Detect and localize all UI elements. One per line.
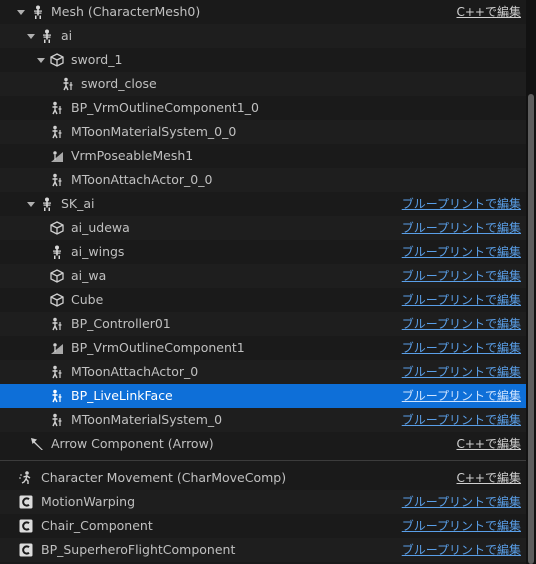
cube-icon: [50, 269, 64, 283]
edit-in-blueprint-link[interactable]: ブループリントで編集: [402, 192, 521, 216]
tree-row-cube[interactable]: Cube ブループリントで編集: [0, 288, 526, 312]
tree-row-vrm-poseable-mesh[interactable]: VrmPoseableMesh1: [0, 144, 526, 168]
edit-in-cpp-link[interactable]: C++で編集: [457, 466, 522, 490]
tree-row-sword-close[interactable]: sword_close: [0, 72, 526, 96]
tree-row-ai-wa[interactable]: ai_wa ブループリントで編集: [0, 264, 526, 288]
component-tree: Mesh (CharacterMesh0) C++で編集 ai sword_1 …: [0, 0, 526, 562]
row-label: SK_ai: [61, 196, 95, 211]
tree-row-sk-ai[interactable]: SK_ai ブループリントで編集: [0, 192, 526, 216]
row-label: ai_wa: [71, 268, 107, 283]
skeleton-icon: [40, 29, 54, 43]
row-label: Chair_Component: [41, 518, 153, 533]
tree-row-arrow-component[interactable]: Arrow Component (Arrow) C++で編集: [0, 432, 526, 456]
figure-icon: [50, 125, 64, 139]
row-label: MToonMaterialSystem_0: [71, 412, 223, 427]
poseable-mesh-icon: [50, 341, 64, 355]
row-label: Cube: [71, 292, 104, 307]
row-label: ai_wings: [71, 244, 125, 259]
expand-arrow-icon[interactable]: [37, 58, 45, 63]
edit-in-cpp-link[interactable]: C++で編集: [457, 432, 522, 456]
tree-row-mtoon-material-0[interactable]: MToonMaterialSystem_0 ブループリントで編集: [0, 408, 526, 432]
tree-row-mesh[interactable]: Mesh (CharacterMesh0) C++で編集: [0, 0, 526, 24]
figure-icon: [50, 317, 64, 331]
edit-in-blueprint-link[interactable]: ブループリントで編集: [402, 336, 521, 360]
arrow-icon: [30, 437, 44, 451]
cube-icon: [50, 53, 64, 67]
row-label: MToonMaterialSystem_0_0: [71, 124, 237, 139]
skeleton-icon: [31, 5, 45, 19]
row-label: MToonAttachActor_0_0: [71, 172, 213, 187]
section-divider: [0, 456, 526, 466]
row-label: BP_VrmOutlineComponent1: [71, 340, 245, 355]
edit-in-blueprint-link[interactable]: ブループリントで編集: [402, 384, 521, 408]
edit-in-blueprint-link[interactable]: ブループリントで編集: [402, 288, 521, 312]
tree-row-mtoon-attach-0[interactable]: MToonAttachActor_0 ブループリントで編集: [0, 360, 526, 384]
edit-in-blueprint-link[interactable]: ブループリントで編集: [402, 264, 521, 288]
edit-in-blueprint-link[interactable]: ブループリントで編集: [402, 514, 521, 538]
edit-in-cpp-link[interactable]: C++で編集: [457, 0, 522, 24]
expand-arrow-icon[interactable]: [27, 34, 35, 39]
row-label: MotionWarping: [41, 494, 136, 509]
figure-icon: [50, 413, 64, 427]
figure-icon: [50, 365, 64, 379]
cube-icon: [50, 221, 64, 235]
edit-in-blueprint-link[interactable]: ブループリントで編集: [402, 408, 521, 432]
edit-in-blueprint-link[interactable]: ブループリントで編集: [402, 490, 521, 514]
tree-row-bp-vrmoutline-1-0[interactable]: BP_VrmOutlineComponent1_0: [0, 96, 526, 120]
tree-row-mtoon-material-0-0[interactable]: MToonMaterialSystem_0_0: [0, 120, 526, 144]
tree-row-ai-udewa[interactable]: ai_udewa ブループリントで編集: [0, 216, 526, 240]
tree-row-sword-1[interactable]: sword_1: [0, 48, 526, 72]
skeleton-icon: [40, 197, 54, 211]
row-label: ai: [61, 28, 73, 43]
figure-icon: [50, 173, 64, 187]
row-label: BP_SuperheroFlightComponent: [41, 542, 236, 557]
expand-arrow-icon[interactable]: [17, 10, 25, 15]
row-label: ai_udewa: [71, 220, 130, 235]
cube-icon: [50, 293, 64, 307]
tree-row-bp-controller01[interactable]: BP_Controller01 ブループリントで編集: [0, 312, 526, 336]
figure-icon: [61, 77, 75, 91]
row-label: sword_close: [81, 76, 157, 91]
row-label: BP_VrmOutlineComponent1_0: [71, 100, 259, 115]
skeleton-icon: [50, 245, 64, 259]
tree-row-motion-warping[interactable]: MotionWarping ブループリントで編集: [0, 490, 526, 514]
edit-in-blueprint-link[interactable]: ブループリントで編集: [402, 312, 521, 336]
tree-row-chair-component[interactable]: Chair_Component ブループリントで編集: [0, 514, 526, 538]
expand-arrow-icon[interactable]: [27, 202, 35, 207]
row-label: MToonAttachActor_0: [71, 364, 199, 379]
scrollbar-thumb[interactable]: [528, 94, 534, 564]
edit-in-blueprint-link[interactable]: ブループリントで編集: [402, 216, 521, 240]
row-label: Mesh (CharacterMesh0): [51, 4, 201, 19]
row-label: VrmPoseableMesh1: [71, 148, 194, 163]
movement-icon: [19, 471, 33, 485]
tree-row-ai-wings[interactable]: ai_wings ブループリントで編集: [0, 240, 526, 264]
tree-row-bp-vrmoutline-1[interactable]: BP_VrmOutlineComponent1 ブループリントで編集: [0, 336, 526, 360]
row-label: BP_LiveLinkFace: [71, 388, 173, 403]
component-icon: [19, 543, 33, 557]
tree-row-superhero-flight[interactable]: BP_SuperheroFlightComponent ブループリントで編集: [0, 538, 526, 562]
tree-row-bp-livelinkface[interactable]: BP_LiveLinkFace ブループリントで編集: [0, 384, 526, 408]
component-icon: [19, 495, 33, 509]
edit-in-blueprint-link[interactable]: ブループリントで編集: [402, 360, 521, 384]
edit-in-blueprint-link[interactable]: ブループリントで編集: [402, 240, 521, 264]
figure-icon: [50, 389, 64, 403]
row-label: Character Movement (CharMoveComp): [41, 470, 287, 485]
row-label: Arrow Component (Arrow): [51, 436, 214, 451]
tree-row-ai[interactable]: ai: [0, 24, 526, 48]
figure-icon: [50, 101, 64, 115]
component-icon: [19, 519, 33, 533]
edit-in-blueprint-link[interactable]: ブループリントで編集: [402, 538, 521, 562]
tree-row-character-movement[interactable]: Character Movement (CharMoveComp) C++で編集: [0, 466, 526, 490]
tree-row-mtoon-attach-0-0[interactable]: MToonAttachActor_0_0: [0, 168, 526, 192]
poseable-mesh-icon: [50, 149, 64, 163]
row-label: sword_1: [71, 52, 123, 67]
row-label: BP_Controller01: [71, 316, 171, 331]
